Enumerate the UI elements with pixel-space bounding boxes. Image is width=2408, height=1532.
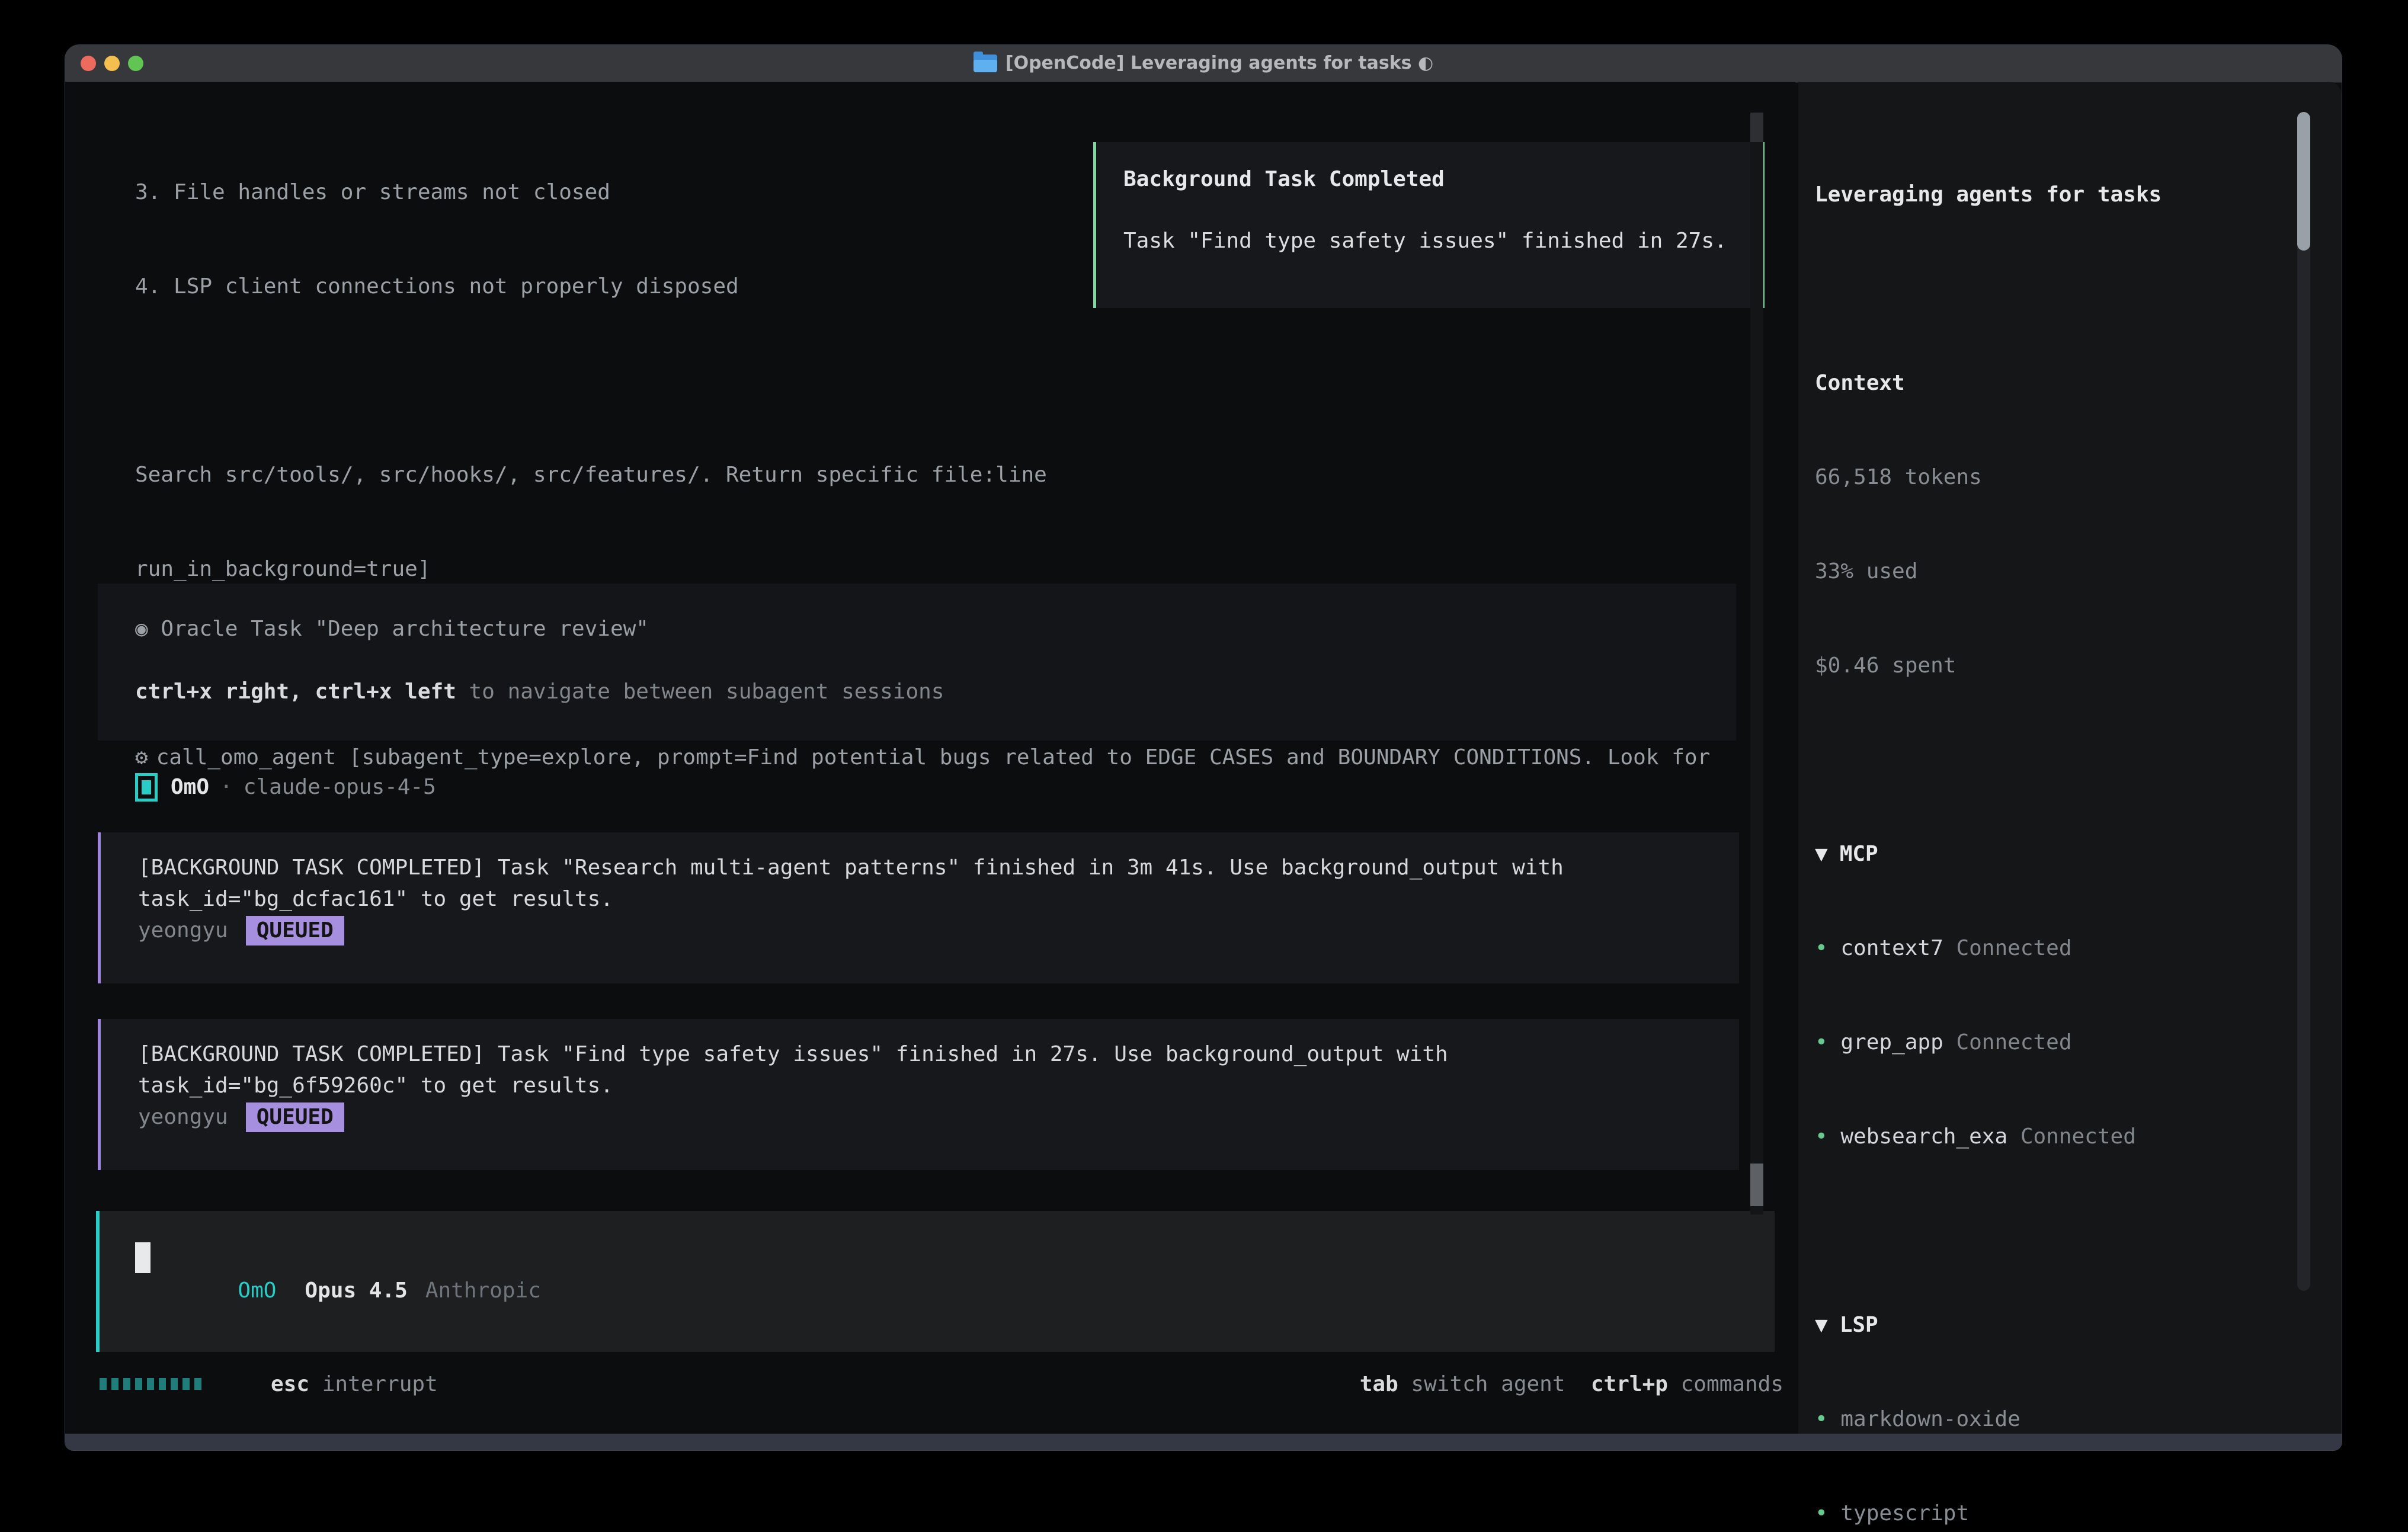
status-dot-icon: • bbox=[1815, 936, 1828, 960]
maximize-button[interactable] bbox=[128, 56, 143, 71]
status-bar: esc interrupt tab switch agent ctrl+p co… bbox=[98, 1368, 1783, 1400]
context-tokens: 66,518 tokens bbox=[1815, 461, 2301, 493]
tab-key: tab bbox=[1360, 1372, 1398, 1396]
status-dot-icon: • bbox=[1815, 1501, 1828, 1525]
session-title: Leveraging agents for tasks bbox=[1815, 179, 2301, 210]
sidebar: Leveraging agents for tasks Context 66,5… bbox=[1815, 116, 2301, 1532]
chevron-down-icon: ▼ bbox=[1815, 842, 1828, 866]
agent-icon bbox=[135, 773, 158, 802]
toast-title: Background Task Completed bbox=[1123, 164, 1445, 195]
status-badge: QUEUED bbox=[246, 916, 344, 946]
esc-key: esc bbox=[271, 1372, 309, 1396]
desktop: [OpenCode] Leveraging agents for tasks ◐… bbox=[0, 0, 2408, 1532]
gear-icon: ⚙ bbox=[135, 745, 148, 770]
input-model: Opus 4.5 bbox=[305, 1278, 407, 1303]
oracle-hint: ctrl+x right, ctrl+x left to navigate be… bbox=[135, 676, 944, 707]
mcp-section-header[interactable]: ▼MCP bbox=[1815, 838, 2301, 870]
context-used: 33% used bbox=[1815, 556, 2301, 587]
input-provider: Anthropic bbox=[425, 1278, 541, 1303]
window-title: [OpenCode] Leveraging agents for tasks ◐ bbox=[1006, 53, 1433, 73]
message-line: [BACKGROUND TASK COMPLETED] Task "Find t… bbox=[138, 1039, 1448, 1070]
terminal-window: [OpenCode] Leveraging agents for tasks ◐… bbox=[65, 45, 2342, 1450]
oracle-task-title: ◉ Oracle Task "Deep architecture review" bbox=[135, 613, 649, 645]
folder-icon bbox=[974, 55, 997, 72]
interrupt-hint: esc interrupt bbox=[271, 1368, 438, 1400]
mcp-item: • websearch_exa Connected bbox=[1815, 1121, 2301, 1152]
minimize-button[interactable] bbox=[104, 56, 120, 71]
chat-scrollbar-thumb[interactable] bbox=[1750, 1164, 1763, 1206]
titlebar[interactable]: [OpenCode] Leveraging agents for tasks ◐ bbox=[65, 45, 2342, 83]
tool-call-text: call_omo_agent [subagent_type=explore, p… bbox=[156, 745, 1711, 770]
chat-scrollbar-track[interactable] bbox=[1750, 113, 1763, 1214]
toast-body: Task "Find type safety issues" finished … bbox=[1123, 225, 1727, 257]
lsp-item: • markdown-oxide bbox=[1815, 1403, 2301, 1435]
author: yeongyu bbox=[138, 915, 228, 946]
context-heading: Context bbox=[1815, 367, 2301, 399]
agent-header: OmO · claude-opus-4-5 bbox=[135, 771, 436, 803]
agent-name: OmO bbox=[171, 771, 209, 803]
shortcut-key: ctrl+x left bbox=[315, 680, 456, 704]
close-button[interactable] bbox=[81, 56, 96, 71]
input-meta: OmO Opus 4.5 Anthropic bbox=[135, 1243, 541, 1338]
ctrl-p-key: ctrl+p bbox=[1591, 1372, 1668, 1396]
spinner-dots-icon bbox=[100, 1378, 201, 1390]
chat-scrollbar-segment[interactable] bbox=[1750, 113, 1763, 142]
author: yeongyu bbox=[138, 1101, 228, 1133]
prompt-input[interactable]: OmO Opus 4.5 Anthropic bbox=[96, 1211, 1775, 1352]
record-icon: ◉ bbox=[135, 617, 148, 641]
lsp-item: • typescript bbox=[1815, 1498, 2301, 1529]
message-meta: yeongyu QUEUED bbox=[138, 915, 344, 946]
window-bottom-bar bbox=[65, 1434, 2342, 1450]
context-spent: $0.46 spent bbox=[1815, 650, 2301, 681]
tool-call-line: ⚙ call_omo_agent [subagent_type=explore, … bbox=[135, 742, 1759, 773]
status-dot-icon: • bbox=[1815, 1124, 1828, 1149]
status-badge: QUEUED bbox=[246, 1102, 344, 1132]
status-dot-icon: • bbox=[1815, 1407, 1828, 1431]
chat-line: Search src/tools/, src/hooks/, src/featu… bbox=[135, 459, 1759, 491]
message-line: task_id="bg_6f59260c" to get results. bbox=[138, 1070, 613, 1101]
separator-dot: · bbox=[220, 771, 233, 803]
shortcut-hints: tab switch agent ctrl+p commands bbox=[1360, 1368, 1783, 1400]
chevron-down-icon: ▼ bbox=[1815, 1313, 1828, 1337]
mcp-item: • context7 Connected bbox=[1815, 932, 2301, 964]
input-agent: OmO bbox=[238, 1278, 276, 1303]
oracle-task-box: ◉ Oracle Task "Deep architecture review"… bbox=[98, 584, 1736, 741]
background-task-message: [BACKGROUND TASK COMPLETED] Task "Find t… bbox=[98, 1019, 1739, 1170]
mcp-item: • grep_app Connected bbox=[1815, 1027, 2301, 1058]
message-line: [BACKGROUND TASK COMPLETED] Task "Resear… bbox=[138, 852, 1564, 883]
background-task-toast: Background Task Completed Task "Find typ… bbox=[1093, 142, 1765, 308]
title-group: [OpenCode] Leveraging agents for tasks ◐ bbox=[974, 53, 1433, 73]
status-dot-icon: • bbox=[1815, 1030, 1828, 1055]
message-meta: yeongyu QUEUED bbox=[138, 1101, 344, 1133]
agent-model: claude-opus-4-5 bbox=[244, 771, 436, 803]
message-line: task_id="bg_dcfac161" to get results. bbox=[138, 883, 613, 915]
lsp-section-header[interactable]: ▼LSP bbox=[1815, 1309, 2301, 1341]
chat-line: run_in_background=true] bbox=[135, 553, 1759, 585]
background-task-message: [BACKGROUND TASK COMPLETED] Task "Resear… bbox=[98, 832, 1739, 983]
shortcut-key: ctrl+x right, bbox=[135, 680, 302, 704]
